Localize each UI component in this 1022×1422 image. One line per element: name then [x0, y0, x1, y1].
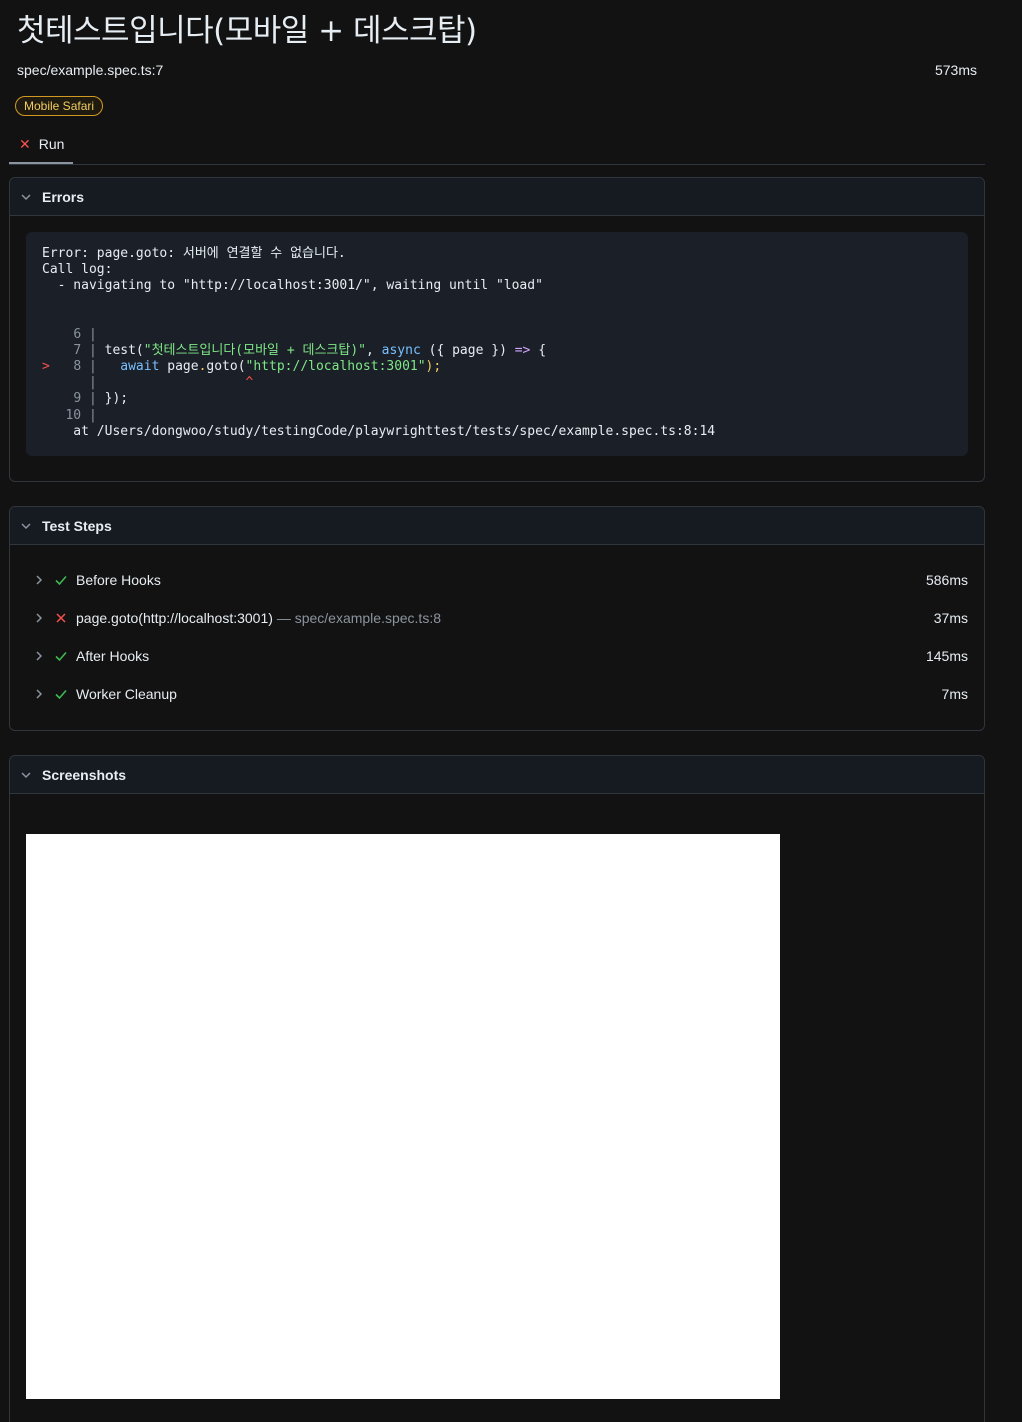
test-result-page: 첫테스트입니다(모바일 + 데스크탑) spec/example.spec.ts… — [0, 0, 1022, 1422]
chevron-right-icon — [36, 575, 43, 585]
step-label-text: page.goto(http://localhost:3001) — [76, 610, 273, 626]
call-log-entry: - navigating to "http://localhost:3001/"… — [42, 278, 543, 294]
test-steps-section: Test Steps Before Hooks 586ms page.goto(… — [9, 506, 985, 731]
check-icon — [55, 689, 67, 700]
chevron-down-icon — [20, 191, 32, 203]
code-token: , — [366, 342, 382, 358]
errors-title: Errors — [42, 188, 85, 205]
call-log-label: Call log: — [42, 262, 113, 278]
test-duration: 573ms — [934, 62, 977, 78]
step-time: 586ms — [925, 572, 968, 588]
code-token: ({ page }) — [420, 342, 515, 358]
line-number: 9 — [73, 391, 82, 407]
step-time: 7ms — [941, 686, 968, 702]
check-icon — [55, 651, 67, 662]
chevron-down-icon — [20, 769, 32, 781]
failure-screenshot[interactable] — [26, 834, 780, 1399]
screenshots-section-header[interactable]: Screenshots — [10, 756, 984, 794]
step-time: 37ms — [933, 610, 968, 626]
chevron-right-icon — [36, 651, 43, 661]
code-keyword: await — [120, 359, 160, 375]
errors-section-header[interactable]: Errors — [10, 178, 984, 216]
error-line: Error: page.goto: 서버에 연결할 수 없습니다. — [42, 246, 346, 261]
steps-list: Before Hooks 586ms page.goto(http://loca… — [10, 545, 984, 721]
step-worker-cleanup[interactable]: Worker Cleanup 7ms — [10, 675, 984, 713]
failed-x-icon: ✕ — [19, 135, 31, 152]
stack-location: at /Users/dongwoo/study/testingCode/play… — [42, 423, 716, 439]
step-label: Before Hooks — [76, 572, 161, 588]
code-token: goto( — [206, 359, 246, 375]
step-label: After Hooks — [76, 648, 150, 664]
step-location[interactable]: — spec/example.spec.ts:8 — [277, 610, 441, 626]
code-token: { — [530, 342, 547, 358]
tab-run-label: Run — [38, 136, 65, 152]
project-badge[interactable]: Mobile Safari — [15, 96, 104, 116]
error-position-marker: ^ — [245, 375, 254, 391]
step-time: 145ms — [925, 648, 968, 664]
code-arrow: => — [514, 342, 531, 358]
line-number: 6 — [73, 326, 82, 342]
code-string: "첫테스트입니다(모바일 + 데스크탑)" — [143, 342, 366, 358]
errors-section: Errors Error: page.goto: 서버에 연결할 수 없습니다.… — [9, 177, 985, 482]
code-token: test( — [104, 342, 144, 358]
tab-run[interactable]: ✕ Run — [9, 126, 73, 164]
step-page-goto[interactable]: page.goto(http://localhost:3001) — spec/… — [10, 599, 984, 637]
test-title: 첫테스트입니다(모바일 + 데스크탑) — [17, 13, 477, 49]
code-string: "http://localhost:3001" — [245, 359, 426, 375]
chevron-right-icon — [36, 613, 43, 623]
test-steps-section-header[interactable]: Test Steps — [10, 507, 984, 545]
test-steps-title: Test Steps — [42, 517, 112, 534]
step-before-hooks[interactable]: Before Hooks 586ms — [10, 561, 984, 599]
code-token: ); — [425, 359, 442, 375]
chevron-down-icon — [20, 520, 32, 532]
line-number: 10 — [65, 407, 82, 423]
screenshots-section: Screenshots — [9, 755, 985, 1422]
screenshots-title: Screenshots — [42, 766, 127, 783]
line-number: 7 — [73, 342, 82, 358]
check-icon — [55, 575, 67, 586]
step-after-hooks[interactable]: After Hooks 145ms — [10, 637, 984, 675]
step-label: Worker Cleanup — [76, 686, 177, 702]
code-token: page — [159, 359, 199, 375]
run-tabs: ✕ Run — [9, 126, 985, 165]
code-token: }); — [104, 391, 129, 407]
error-message-block: Error: page.goto: 서버에 연결할 수 없습니다. Call l… — [26, 232, 968, 457]
screenshot-area — [10, 794, 984, 1422]
step-label: page.goto(http://localhost:3001) — spec/… — [76, 610, 441, 626]
test-location: spec/example.spec.ts:7 — [17, 62, 164, 78]
code-keyword: async — [381, 342, 421, 358]
chevron-right-icon — [36, 689, 43, 699]
line-number: 8 — [73, 359, 82, 375]
failed-x-icon — [56, 613, 66, 623]
